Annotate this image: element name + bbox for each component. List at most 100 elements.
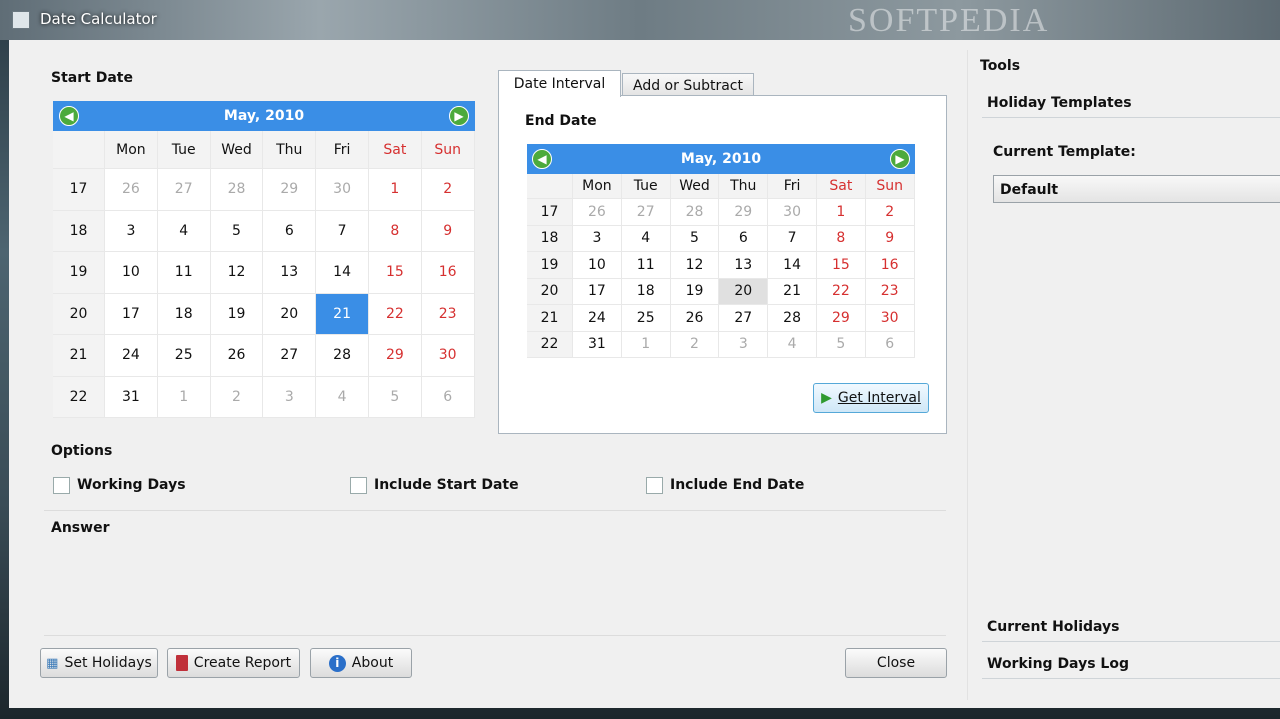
end-day-cell[interactable]: 29 xyxy=(816,305,866,332)
start-day-cell[interactable]: 29 xyxy=(368,335,422,377)
current-template-select[interactable]: Default xyxy=(993,175,1280,203)
set-holidays-button[interactable]: ▦ Set Holidays xyxy=(40,648,158,678)
end-day-cell[interactable]: 28 xyxy=(768,305,817,332)
end-date-calendar[interactable]: ◀ May, 2010 ▶ Mon Tue Wed Thu Fri Sat Sun 17 26 2… xyxy=(527,144,915,360)
start-day-cell[interactable]: 16 xyxy=(421,252,475,294)
prev-month-arrow-icon[interactable]: ◀ xyxy=(59,106,79,126)
end-day-cell[interactable]: 1 xyxy=(621,331,671,358)
end-day-cell[interactable]: 22 xyxy=(816,278,866,305)
end-day-cell[interactable]: 14 xyxy=(768,252,817,279)
start-day-cell[interactable]: 11 xyxy=(157,252,211,294)
start-day-cell[interactable]: 15 xyxy=(368,252,422,294)
end-day-cell[interactable]: 2 xyxy=(670,331,720,358)
end-day-cell[interactable]: 4 xyxy=(621,225,671,252)
start-day-cell[interactable]: 24 xyxy=(105,335,158,377)
tab-add-or-subtract[interactable]: Add or Subtract xyxy=(622,73,754,97)
next-month-arrow-icon[interactable]: ▶ xyxy=(449,106,469,126)
start-day-cell[interactable]: 28 xyxy=(316,335,369,377)
start-day-cell[interactable]: 30 xyxy=(316,169,369,211)
end-day-cell[interactable]: 24 xyxy=(573,305,622,332)
end-day-cell[interactable]: 12 xyxy=(670,252,720,279)
start-day-cell[interactable]: 19 xyxy=(210,293,264,335)
include-end-date-label[interactable]: Include End Date xyxy=(670,477,804,493)
end-prev-month-arrow-icon[interactable]: ◀ xyxy=(532,149,552,169)
end-day-cell[interactable]: 16 xyxy=(865,252,915,279)
start-day-cell[interactable]: 3 xyxy=(105,210,158,252)
start-date-calendar[interactable]: ◀ May, 2010 ▶ Mon Tue Wed Thu Fri Sat Sun 17 26 2… xyxy=(53,101,475,418)
end-day-cell[interactable]: 23 xyxy=(865,278,915,305)
end-day-cell[interactable]: 20 xyxy=(719,278,769,305)
start-day-cell[interactable]: 9 xyxy=(421,210,475,252)
start-day-cell[interactable]: 27 xyxy=(157,169,211,211)
start-day-cell[interactable]: 2 xyxy=(210,376,264,418)
end-day-cell[interactable]: 29 xyxy=(719,199,769,226)
start-day-cell[interactable]: 6 xyxy=(421,376,475,418)
end-day-cell[interactable]: 21 xyxy=(768,278,817,305)
end-day-cell[interactable]: 25 xyxy=(621,305,671,332)
end-day-cell[interactable]: 27 xyxy=(621,199,671,226)
start-day-cell[interactable]: 2 xyxy=(421,169,475,211)
end-day-cell[interactable]: 10 xyxy=(573,252,622,279)
end-day-cell[interactable]: 8 xyxy=(816,225,866,252)
end-day-grid[interactable]: Mon Tue Wed Thu Fri Sat Sun 17 26 27 28 29 30 1 2 18 3 4 5… xyxy=(527,174,915,358)
end-day-cell[interactable]: 17 xyxy=(573,278,622,305)
about-button[interactable]: i About xyxy=(310,648,412,678)
end-day-cell[interactable]: 3 xyxy=(573,225,622,252)
end-next-month-arrow-icon[interactable]: ▶ xyxy=(890,149,910,169)
include-end-date-checkbox[interactable] xyxy=(646,477,663,494)
end-day-cell[interactable]: 26 xyxy=(573,199,622,226)
end-day-cell[interactable]: 6 xyxy=(865,331,915,358)
start-day-cell[interactable]: 21 xyxy=(316,293,369,335)
start-day-cell[interactable]: 1 xyxy=(368,169,422,211)
end-day-cell[interactable]: 18 xyxy=(621,278,671,305)
start-day-cell[interactable]: 28 xyxy=(210,169,264,211)
end-day-cell[interactable]: 1 xyxy=(816,199,866,226)
start-day-cell[interactable]: 10 xyxy=(105,252,158,294)
start-day-cell[interactable]: 27 xyxy=(263,335,317,377)
end-day-cell[interactable]: 5 xyxy=(670,225,720,252)
end-day-cell[interactable]: 13 xyxy=(719,252,769,279)
get-interval-button[interactable]: ▶ Get Interval xyxy=(813,383,929,413)
end-day-cell[interactable]: 28 xyxy=(670,199,720,226)
end-day-cell[interactable]: 30 xyxy=(768,199,817,226)
start-day-cell[interactable]: 31 xyxy=(105,376,158,418)
start-day-cell[interactable]: 22 xyxy=(368,293,422,335)
include-start-date-label[interactable]: Include Start Date xyxy=(374,477,519,493)
close-button[interactable]: Close xyxy=(845,648,947,678)
end-day-cell[interactable]: 19 xyxy=(670,278,720,305)
current-holidays-section[interactable]: Current Holidays xyxy=(982,616,1280,642)
end-day-cell[interactable]: 2 xyxy=(865,199,915,226)
start-day-cell[interactable]: 3 xyxy=(263,376,317,418)
end-day-cell[interactable]: 30 xyxy=(865,305,915,332)
end-day-cell[interactable]: 3 xyxy=(719,331,769,358)
end-day-cell[interactable]: 11 xyxy=(621,252,671,279)
end-day-cell[interactable]: 15 xyxy=(816,252,866,279)
include-start-date-checkbox[interactable] xyxy=(350,477,367,494)
start-day-cell[interactable]: 5 xyxy=(368,376,422,418)
start-day-cell[interactable]: 5 xyxy=(210,210,264,252)
end-day-cell[interactable]: 7 xyxy=(768,225,817,252)
start-day-cell[interactable]: 30 xyxy=(421,335,475,377)
start-day-cell[interactable]: 25 xyxy=(157,335,211,377)
end-day-cell[interactable]: 5 xyxy=(816,331,866,358)
holiday-templates-section[interactable]: Holiday Templates xyxy=(982,92,1280,118)
tab-date-interval[interactable]: Date Interval xyxy=(498,70,621,97)
start-day-cell[interactable]: 4 xyxy=(316,376,369,418)
working-days-log-section[interactable]: Working Days Log xyxy=(982,653,1280,679)
end-day-cell[interactable]: 6 xyxy=(719,225,769,252)
start-day-cell[interactable]: 14 xyxy=(316,252,369,294)
start-day-cell[interactable]: 26 xyxy=(210,335,264,377)
start-day-cell[interactable]: 20 xyxy=(263,293,317,335)
start-day-grid[interactable]: Mon Tue Wed Thu Fri Sat Sun 17 26 27 28 29 30 1 2 18 3 4 5… xyxy=(53,131,475,418)
start-day-cell[interactable]: 6 xyxy=(263,210,317,252)
start-day-cell[interactable]: 7 xyxy=(316,210,369,252)
start-day-cell[interactable]: 13 xyxy=(263,252,317,294)
start-day-cell[interactable]: 18 xyxy=(157,293,211,335)
start-day-cell[interactable]: 17 xyxy=(105,293,158,335)
end-day-cell[interactable]: 31 xyxy=(573,331,622,358)
start-day-cell[interactable]: 1 xyxy=(157,376,211,418)
start-day-cell[interactable]: 8 xyxy=(368,210,422,252)
end-day-cell[interactable]: 9 xyxy=(865,225,915,252)
end-day-cell[interactable]: 27 xyxy=(719,305,769,332)
working-days-label[interactable]: Working Days xyxy=(77,477,186,493)
